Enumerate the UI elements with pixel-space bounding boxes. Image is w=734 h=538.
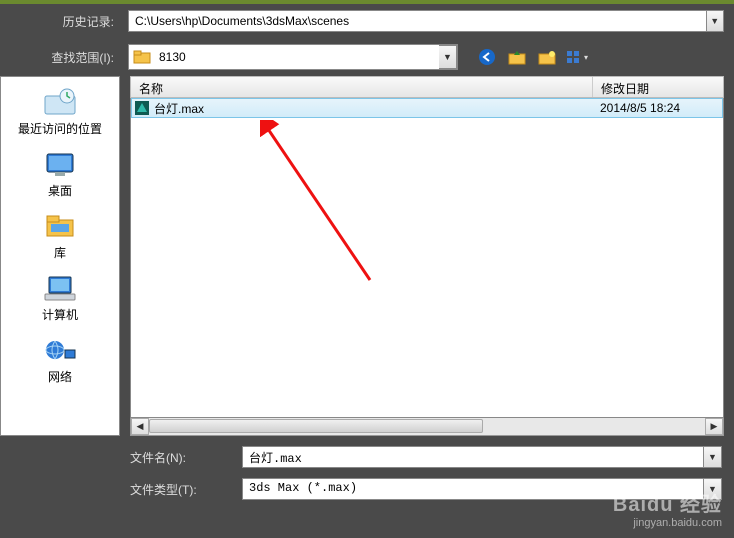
file-row[interactable]: 台灯.max 2014/8/5 18:24 bbox=[131, 98, 723, 118]
folder-icon bbox=[129, 45, 155, 69]
recent-places-icon bbox=[42, 87, 78, 117]
place-label: 网络 bbox=[48, 368, 72, 385]
libraries-icon bbox=[42, 211, 78, 241]
filename-combo[interactable]: 台灯.max ▼ bbox=[242, 446, 722, 468]
max-file-icon bbox=[132, 100, 152, 116]
view-mode-icon[interactable]: ▾ bbox=[566, 46, 588, 68]
filetype-value[interactable]: 3ds Max (*.max) bbox=[242, 478, 704, 500]
computer-icon bbox=[42, 273, 78, 303]
filetype-combo[interactable]: 3ds Max (*.max) ▼ bbox=[242, 478, 722, 500]
history-row: 历史记录: ▼ bbox=[0, 4, 734, 38]
place-label: 计算机 bbox=[42, 306, 78, 323]
place-desktop[interactable]: 桌面 bbox=[1, 143, 119, 205]
scroll-thumb[interactable] bbox=[149, 419, 483, 433]
filetype-dropdown-button[interactable]: ▼ bbox=[704, 478, 722, 500]
lookin-row: 查找范围(I): 8130 ▼ ▾ bbox=[0, 38, 734, 76]
place-network[interactable]: 网络 bbox=[1, 329, 119, 391]
scroll-track[interactable] bbox=[149, 418, 705, 435]
network-icon bbox=[42, 335, 78, 365]
toolbar: ▾ bbox=[476, 46, 588, 68]
history-input[interactable] bbox=[128, 10, 707, 32]
filename-label: 文件名(N): bbox=[130, 449, 230, 466]
file-list-header: 名称 修改日期 bbox=[130, 76, 724, 98]
filename-value[interactable]: 台灯.max bbox=[242, 446, 704, 468]
place-label: 最近访问的位置 bbox=[18, 120, 102, 137]
places-bar: 最近访问的位置 桌面 库 计算机 网络 bbox=[0, 76, 120, 436]
lookin-value: 8130 bbox=[155, 45, 439, 69]
scroll-right-icon[interactable]: ▶ bbox=[705, 418, 723, 435]
desktop-icon bbox=[42, 149, 78, 179]
horizontal-scrollbar[interactable]: ◀ ▶ bbox=[130, 418, 724, 436]
filename-dropdown-button[interactable]: ▼ bbox=[704, 446, 722, 468]
lookin-label: 查找范围(I): bbox=[10, 49, 120, 66]
place-label: 桌面 bbox=[48, 182, 72, 199]
main-area: 最近访问的位置 桌面 库 计算机 网络 名 bbox=[0, 76, 734, 436]
filetype-label: 文件类型(T): bbox=[130, 481, 230, 498]
bottom-section: 文件名(N): 台灯.max ▼ 文件类型(T): 3ds Max (*.max… bbox=[0, 436, 734, 500]
filetype-row: 文件类型(T): 3ds Max (*.max) ▼ bbox=[130, 478, 724, 500]
up-one-level-icon[interactable] bbox=[506, 46, 528, 68]
file-panel: 名称 修改日期 台灯.max 2014/8/5 18:24 ◀ ▶ bbox=[130, 76, 724, 436]
watermark-url: jingyan.baidu.com bbox=[613, 517, 722, 530]
place-recent[interactable]: 最近访问的位置 bbox=[1, 81, 119, 143]
file-date: 2014/8/5 18:24 bbox=[592, 101, 722, 115]
lookin-combo[interactable]: 8130 ▼ bbox=[128, 44, 458, 70]
scroll-left-icon[interactable]: ◀ bbox=[131, 418, 149, 435]
file-name: 台灯.max bbox=[152, 100, 592, 117]
place-computer[interactable]: 计算机 bbox=[1, 267, 119, 329]
history-label: 历史记录: bbox=[10, 13, 120, 30]
history-dropdown-button[interactable]: ▼ bbox=[707, 10, 724, 32]
back-icon[interactable] bbox=[476, 46, 498, 68]
column-header-name[interactable]: 名称 bbox=[131, 77, 593, 97]
filename-row: 文件名(N): 台灯.max ▼ bbox=[130, 446, 724, 468]
file-list[interactable]: 台灯.max 2014/8/5 18:24 bbox=[130, 98, 724, 418]
lookin-dropdown-button[interactable]: ▼ bbox=[439, 45, 457, 69]
place-label: 库 bbox=[54, 244, 66, 261]
place-libraries[interactable]: 库 bbox=[1, 205, 119, 267]
column-header-date[interactable]: 修改日期 bbox=[593, 77, 723, 97]
history-combo[interactable]: ▼ bbox=[128, 10, 724, 32]
new-folder-icon[interactable] bbox=[536, 46, 558, 68]
